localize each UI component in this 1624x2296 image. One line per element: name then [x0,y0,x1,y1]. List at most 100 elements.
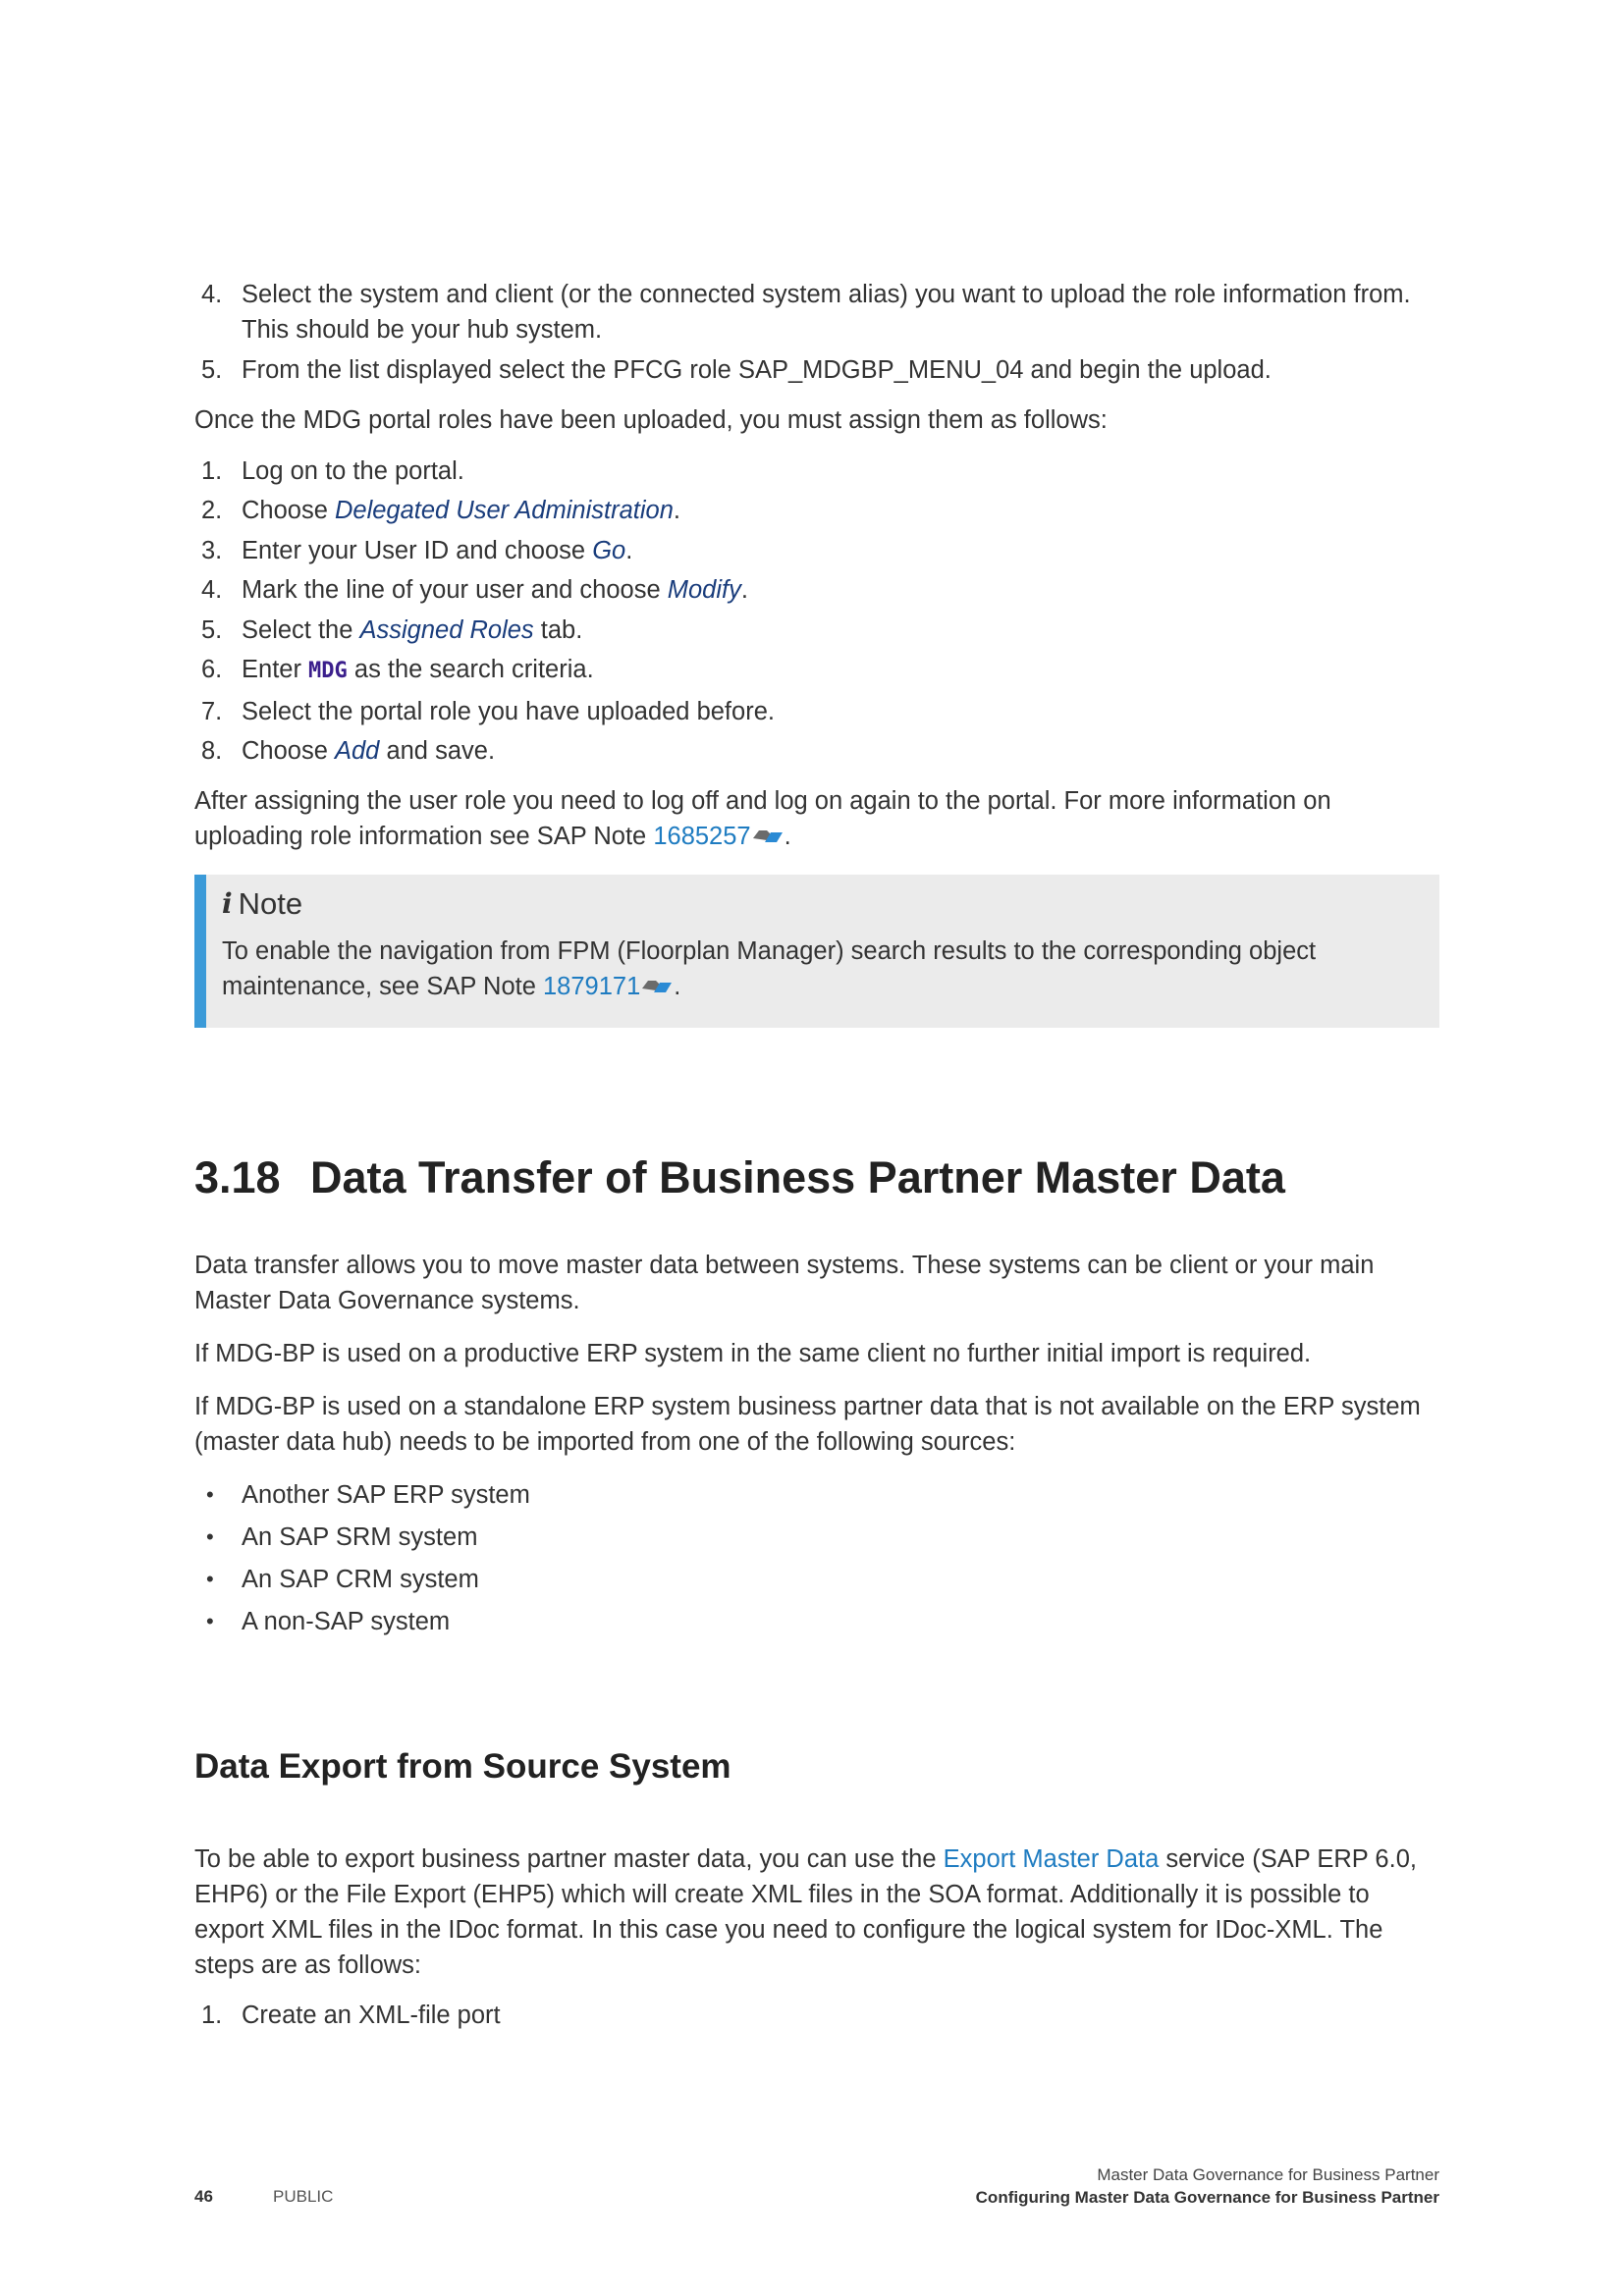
list-item: • Another SAP ERP system [194,1477,1439,1513]
list-item: • An SAP CRM system [194,1562,1439,1597]
sap-note-link[interactable]: 1879171 [543,973,640,1000]
bullet-icon: • [206,1482,214,1507]
list-item-text: An SAP CRM system [242,1566,479,1593]
footer-doc-title: Master Data Governance for Business Part… [1097,2165,1439,2184]
step-number: 4. [201,576,223,604]
step-number: 2. [201,497,223,524]
section-paragraph: Data transfer allows you to move master … [194,1248,1439,1318]
list-item: 1. Create an XML-file port [194,1998,1439,2033]
step-number: 6. [201,656,223,683]
paragraph-text: export XML files in the IDoc format. In … [194,1916,1383,1944]
paragraph-text: If MDG-BP is used on a standalone ERP sy… [194,1393,1421,1420]
note-text: . [674,973,681,1000]
step-number: 3. [201,536,223,564]
paragraph-text: uploading role information see SAP Note [194,823,654,850]
page-footer: 46 PUBLIC Master Data Governance for Bus… [194,2160,1439,2211]
list-item: 3. Enter your User ID and choose Go. [194,533,1439,568]
step-text: . [740,576,748,604]
external-link-icon[interactable] [751,823,785,850]
list-item: 1. Log on to the portal. [194,454,1439,489]
sources-list: • Another SAP ERP system • An SAP SRM syst… [194,1477,1439,1639]
ui-term-delegated-user-administration: Delegated User Administration [334,497,674,524]
bullet-icon: • [206,1567,214,1591]
footer-chapter-title: Configuring Master Data Governance for B… [975,2188,1439,2207]
step-text: Log on to the portal. [242,456,464,485]
step-text: This should be your hub system. [242,316,603,344]
note-box: i Note To enable the navigation from FPM … [194,875,1439,1028]
step-text: Select the [242,615,360,644]
section-number: 3.18 [194,1152,281,1202]
step-number: 1. [201,456,223,485]
paragraph-text: . [784,823,791,850]
subsection-heading: Data Export from Source System [194,1747,731,1786]
step-text: . [673,497,680,524]
list-item: 5. Select the Assigned Roles tab. [194,613,1439,648]
paragraph-text: EHP6) or the File Export (EHP5) which wi… [194,1881,1370,1908]
step-number: 7. [201,697,223,725]
ui-term-modify: Modify [667,576,741,604]
bullet-icon: • [206,1524,214,1549]
paragraph-text: service (SAP ERP 6.0, [1159,1845,1417,1873]
list-item-text: An SAP SRM system [242,1523,478,1551]
list-item-text: A non-SAP system [242,1608,451,1635]
page-number: 46 [194,2187,213,2206]
paragraph-text: After assigning the user role you need t… [194,787,1331,815]
step-number: 5. [201,615,223,644]
section-heading: 3.18 Data Transfer of Business Partner Ma… [194,1151,1439,1204]
paragraph-text: (master data hub) needs to be imported f… [194,1428,1016,1456]
step-text: Select the system and client (or the con… [242,281,1411,308]
section-paragraph: If MDG-BP is used on a productive ERP sy… [194,1340,1312,1367]
list-item: 4. Mark the line of your user and choose … [194,572,1439,608]
info-icon: i [222,887,233,920]
note-text: To enable the navigation from FPM (Floor… [222,937,1317,965]
step-text: Enter [242,656,309,683]
external-link-icon[interactable] [640,973,674,1000]
list-item: 6. Enter MDG as the search criteria. [194,652,1439,689]
page-content: 4. Select the system and client (or the … [194,277,1439,2033]
assign-steps-list: 1. Log on to the portal. 2. Choose Delegat… [194,454,1439,770]
list-item: 5. From the list displayed select the PF… [194,352,1439,388]
list-item: 2. Choose Delegated User Administration. [194,493,1439,528]
step-number: 1. [201,2002,223,2029]
step-text: and save. [379,737,496,765]
step-text: as the search criteria. [347,656,594,683]
list-item: 4. Select the system and client (or the … [194,277,1439,347]
note-title-text: Note [238,886,303,921]
step-number: 5. [201,355,223,384]
paragraph-text: To be able to export business partner ma… [194,1845,944,1873]
section-title: Data Transfer of Business Partner Master… [310,1152,1285,1202]
step-text: Mark the line of your user and choose [242,576,668,604]
assign-intro: Once the MDG portal roles have been uplo… [194,405,1108,434]
sap-note-link[interactable]: 1685257 [653,823,750,850]
export-steps-list: 1. Create an XML-file port [194,1998,1439,2033]
ui-term-assigned-roles: Assigned Roles [359,615,534,644]
classification-label: PUBLIC [273,2187,334,2206]
paragraph-text: Data transfer allows you to move master … [194,1252,1375,1279]
ui-term-add: Add [334,737,380,765]
note-body: To enable the navigation from FPM (Floor… [222,934,1416,1004]
paragraph-text: Master Data Governance systems. [194,1287,580,1314]
list-item: 8. Choose Add and save. [194,733,1439,769]
ui-term-go: Go [592,536,626,564]
list-item: • A non-SAP system [194,1604,1439,1639]
section-paragraph: If MDG-BP is used on a standalone ERP sy… [194,1389,1439,1460]
step-text: tab. [533,615,583,644]
step-text: Enter your User ID and choose [242,536,593,564]
step-text: . [625,536,633,564]
export-master-data-link[interactable]: Export Master Data [944,1845,1160,1873]
bullet-icon: • [206,1609,214,1633]
step-number: 8. [201,737,223,765]
note-title: i Note [222,884,1416,924]
step-number: 4. [201,281,223,308]
code-term: MDG [308,659,348,683]
step-text: Choose [242,737,335,765]
subsection-paragraph: To be able to export business partner ma… [194,1842,1439,1983]
list-item: • An SAP SRM system [194,1520,1439,1555]
note-text: maintenance, see SAP Note [222,973,543,1000]
footer-titles: Master Data Governance for Business Part… [976,2163,1439,2209]
step-text: Choose [242,497,335,524]
list-item-text: Another SAP ERP system [242,1481,530,1509]
after-assign-paragraph: After assigning the user role you need t… [194,783,1439,854]
upload-steps-list: 4. Select the system and client (or the … [194,277,1439,388]
list-item: 7. Select the portal role you have upload… [194,694,1439,729]
